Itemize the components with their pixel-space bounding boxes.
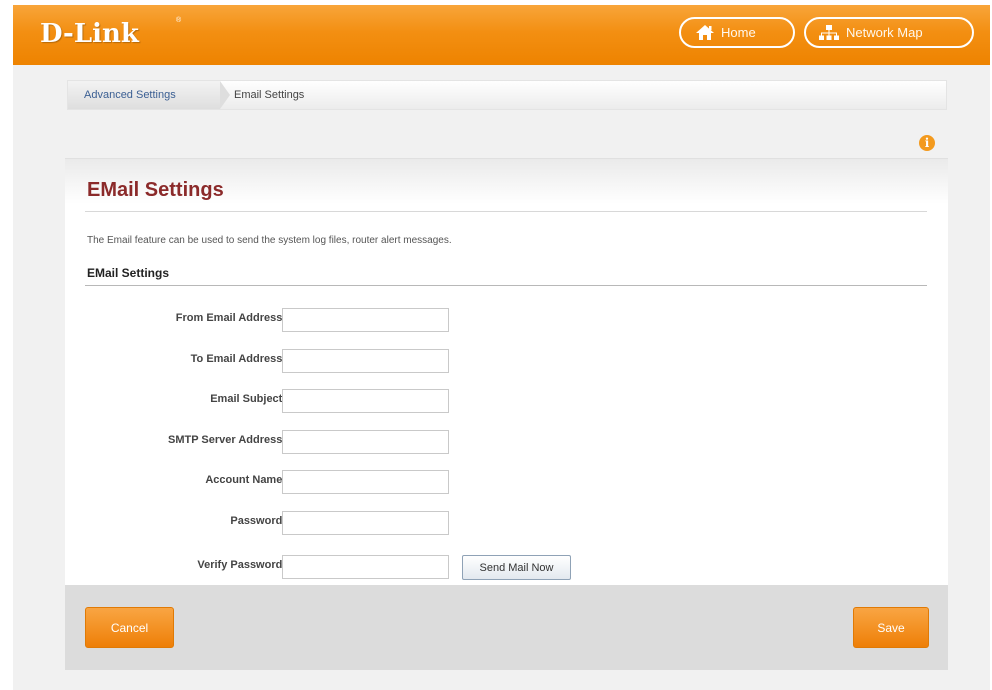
form-row-from-email: From Email Address:	[65, 308, 948, 332]
home-button[interactable]: Home	[679, 17, 795, 48]
registered-mark: ®	[176, 17, 182, 24]
left-margin	[0, 0, 13, 690]
page-description: The Email feature can be used to send th…	[87, 235, 452, 246]
from-email-input[interactable]	[282, 308, 449, 332]
form-row-password: Password:	[65, 511, 948, 535]
network-map-icon	[818, 24, 840, 41]
from-email-label: From Email Address:	[175, 312, 286, 324]
save-button[interactable]: Save	[853, 607, 929, 648]
title-divider	[85, 211, 927, 212]
network-map-label: Network Map	[846, 25, 923, 40]
form-row-account-name: Account Name:	[65, 470, 948, 494]
email-subject-label: Email Subject:	[210, 393, 286, 405]
send-mail-now-button[interactable]: Send Mail Now	[462, 555, 571, 580]
home-label: Home	[721, 25, 756, 40]
info-icon[interactable]: i	[919, 135, 935, 151]
breadcrumb: Advanced Settings Email Settings	[67, 80, 947, 110]
dlink-logo: D-Link	[40, 19, 139, 49]
section-divider	[85, 285, 927, 286]
form-row-verify-password: Verify Password: Send Mail Now	[65, 555, 948, 580]
section-title: EMail Settings	[87, 266, 170, 280]
form-row-email-subject: Email Subject:	[65, 389, 948, 413]
breadcrumb-separator-icon	[220, 81, 230, 109]
account-name-input[interactable]	[282, 470, 449, 494]
top-header: D-Link ® Home Network Map	[13, 5, 990, 65]
smtp-server-label: SMTP Server Address:	[168, 434, 286, 446]
verify-password-label: Verify Password:	[197, 559, 286, 571]
breadcrumb-current: Email Settings	[234, 89, 305, 101]
password-input[interactable]	[282, 511, 449, 535]
to-email-input[interactable]	[282, 349, 449, 373]
network-map-button[interactable]: Network Map	[804, 17, 974, 48]
router-page: D-Link ® Home Network Map Advanced Setti…	[13, 5, 990, 690]
to-email-label: To Email Address:	[190, 353, 286, 365]
smtp-server-input[interactable]	[282, 430, 449, 454]
form-row-smtp-server: SMTP Server Address:	[65, 430, 948, 454]
verify-password-input[interactable]	[282, 555, 449, 579]
form-row-to-email: To Email Address:	[65, 349, 948, 373]
account-name-label: Account Name:	[205, 474, 286, 486]
email-settings-panel: EMail Settings The Email feature can be …	[65, 158, 948, 585]
action-footer: Cancel Save	[65, 585, 948, 670]
password-label: Password:	[230, 515, 286, 527]
cancel-button[interactable]: Cancel	[85, 607, 174, 648]
page-title: EMail Settings	[87, 179, 224, 201]
email-subject-input[interactable]	[282, 389, 449, 413]
breadcrumb-advanced-settings[interactable]: Advanced Settings	[68, 81, 220, 109]
home-icon	[695, 24, 715, 41]
